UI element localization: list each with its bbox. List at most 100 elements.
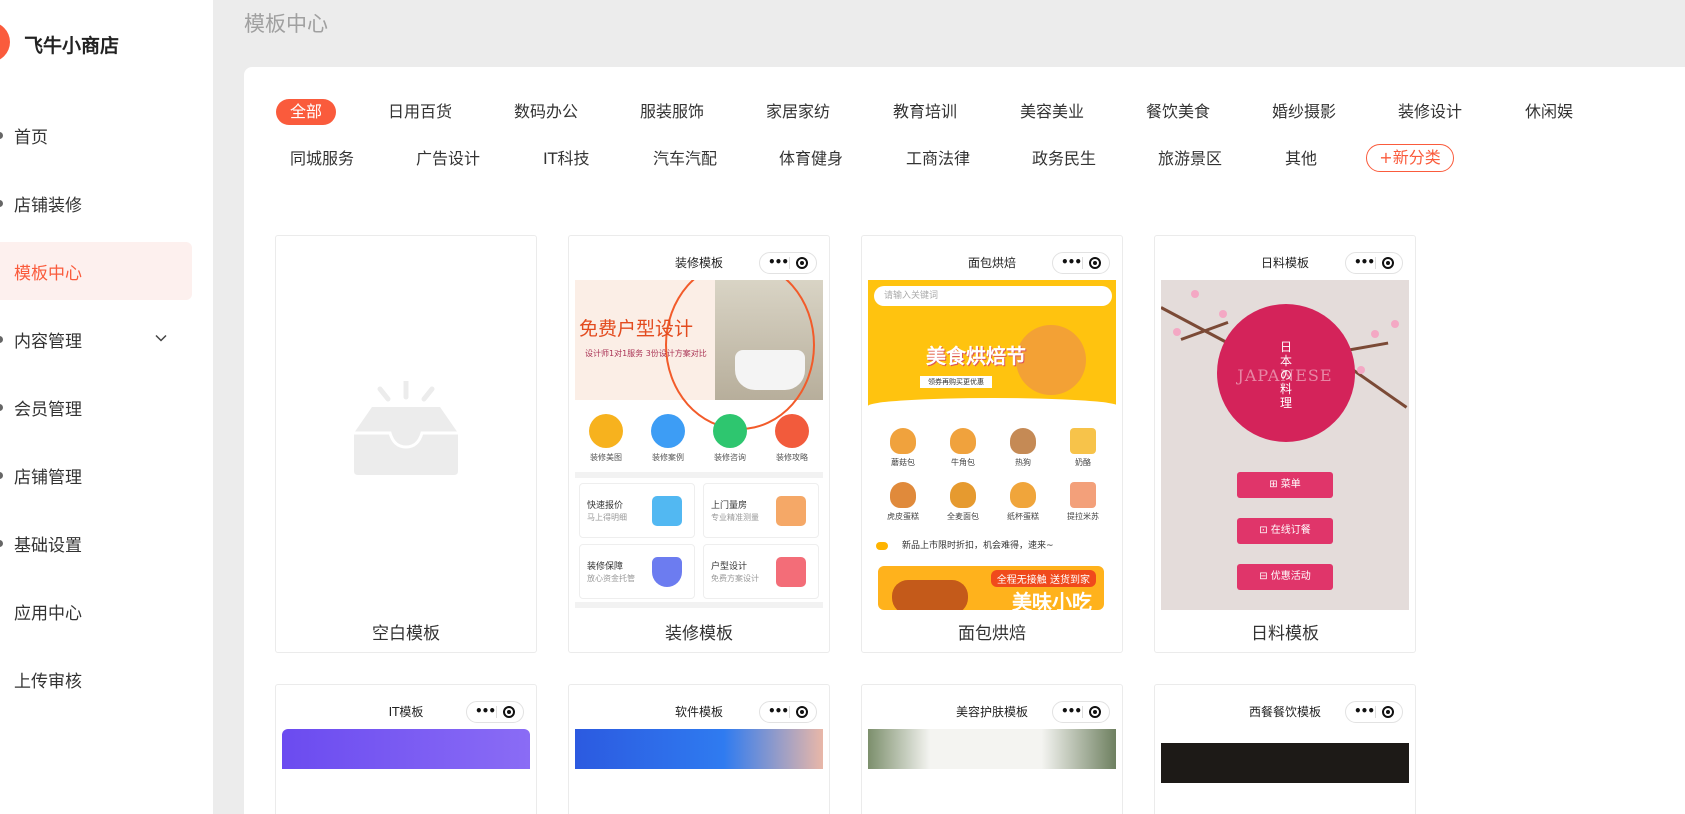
tiramisu-icon (1070, 482, 1096, 508)
category-tab[interactable]: 休闲娱 (1525, 99, 1573, 125)
category-all[interactable]: 全部 (276, 99, 336, 125)
mini-program-capsule: ••• (1052, 252, 1110, 274)
category-tab[interactable]: 体育健身 (779, 146, 843, 172)
notice-icon (876, 541, 888, 550)
mini-program-capsule: ••• (1345, 252, 1403, 274)
food-label: 热狗 (1015, 458, 1031, 467)
bread-image (1016, 325, 1086, 395)
food-label: 虎皮蛋糕 (887, 512, 919, 521)
bullet-icon (0, 335, 3, 343)
sidebar-item-basic-settings[interactable]: 基础设置 (0, 514, 192, 572)
service-title: 上门量房 (711, 501, 748, 511)
category-tab[interactable]: 数码办公 (514, 99, 578, 125)
template-card-it[interactable]: IT模板 ••• (275, 684, 537, 814)
category-tab[interactable]: 政务民生 (1032, 146, 1096, 172)
category-tab[interactable]: 同城服务 (290, 146, 354, 172)
template-card-beauty[interactable]: 美容护肤模板 ••• (861, 684, 1123, 814)
vertical-title: 日本の料理 (1279, 340, 1292, 410)
shield-icon (652, 557, 682, 587)
banner-subtext: 设计师1对1服务 3份设计方案对比 (585, 349, 707, 358)
service-subtitle: 放心资金托管 (587, 574, 635, 583)
template-card-bakery[interactable]: 面包烘焙 ••• 请输入关键词 美食烘焙节 领券再购买更优惠 蘑菇包 牛角包 热… (861, 235, 1123, 653)
category-tab[interactable]: 其他 (1285, 146, 1317, 172)
target-icon (1382, 706, 1394, 718)
case-icon (651, 414, 685, 448)
cheese-icon (1070, 428, 1096, 454)
chevron-down-icon[interactable] (155, 332, 167, 344)
service-subtitle: 专业精准测量 (711, 513, 759, 522)
icon-label: 装修攻略 (776, 453, 808, 462)
target-icon (796, 257, 808, 269)
sidebar-item-template-center[interactable]: 模板中心 (0, 242, 192, 300)
page-title: 模板中心 (244, 12, 328, 36)
sidebar-item-label: 基础设置 (14, 535, 82, 556)
template-preview: JAPANESE 日本の料理 ⊞ 菜单 ⊡ 在线订餐 ⊟ 优惠活动 (1161, 280, 1409, 610)
target-icon (1089, 257, 1101, 269)
sidebar-item-member-management[interactable]: 会员管理 (0, 378, 192, 436)
phone-nav-bar: 美容护肤模板 ••• (868, 693, 1116, 729)
sidebar-item-label: 会员管理 (14, 399, 82, 420)
phone-nav-bar: 西餐餐饮模板 ••• (1161, 693, 1409, 729)
inbox-icon (354, 381, 458, 475)
category-tab[interactable]: 服装服饰 (640, 99, 704, 125)
consult-icon (713, 414, 747, 448)
mini-program-capsule: ••• (759, 252, 817, 274)
category-tab[interactable]: 广告设计 (416, 146, 480, 172)
menu-button: ⊞ 菜单 (1237, 472, 1333, 498)
category-tab[interactable]: 婚纱摄影 (1272, 99, 1336, 125)
sidebar-item-label: 上传审核 (14, 671, 82, 692)
banner-headline: 美食烘焙节 (926, 344, 1026, 368)
category-tab[interactable]: IT科技 (543, 146, 590, 172)
bullet-icon (0, 471, 3, 479)
sidebar-item-label: 应用中心 (14, 603, 82, 624)
cupcake-icon (1010, 482, 1036, 508)
order-online-button: ⊡ 在线订餐 (1237, 518, 1333, 544)
sidebar-item-label: 内容管理 (14, 331, 82, 352)
more-dots-icon: ••• (1061, 255, 1082, 269)
sidebar-item-label: 店铺管理 (14, 467, 82, 488)
mini-program-capsule: ••• (466, 701, 524, 723)
order-icon: ⊡ (1259, 525, 1271, 536)
template-caption: 空白模板 (372, 624, 440, 644)
sidebar-item-store-management[interactable]: 店铺管理 (0, 446, 192, 504)
bullet-icon (0, 131, 3, 139)
more-dots-icon: ••• (475, 704, 496, 718)
sidebar-item-store-decoration[interactable]: 店铺装修 (0, 174, 192, 232)
template-card-western-food[interactable]: 西餐餐饮模板 ••• (1154, 684, 1416, 814)
swiss-roll-icon (890, 482, 916, 508)
category-tab[interactable]: 汽车汽配 (653, 146, 717, 172)
bullet-icon (0, 539, 3, 547)
promo-headline: 美味小吃 (1012, 590, 1092, 610)
category-tab[interactable]: 日用百货 (388, 99, 452, 125)
search-input: 请输入关键词 (874, 286, 1112, 306)
template-preview (868, 729, 1116, 769)
category-tab[interactable]: 家居家纺 (766, 99, 830, 125)
ruler-icon (776, 496, 806, 526)
food-label: 提拉米苏 (1067, 512, 1099, 521)
category-tab[interactable]: 工商法律 (906, 146, 970, 172)
sidebar-item-home[interactable]: 首页 (0, 106, 192, 164)
icon-label: 装修案例 (652, 453, 684, 462)
promo-banner: 全程无接触 送货到家 美味小吃 (878, 566, 1104, 610)
template-caption: 装修模板 (665, 624, 733, 644)
sidebar-item-upload-review[interactable]: 上传审核 (0, 650, 192, 708)
template-card-decoration[interactable]: 装修模板 ••• 免费户型设计 设计师1对1服务 3份设计方案对比 装修美图 装… (568, 235, 830, 653)
template-card-blank[interactable]: 空白模板 (275, 235, 537, 653)
category-tab[interactable]: 餐饮美食 (1146, 99, 1210, 125)
image-icon (776, 557, 806, 587)
category-tab[interactable]: 旅游景区 (1158, 146, 1222, 172)
template-panel: 全部 日用百货 数码办公 服装服饰 家居家纺 教育培训 美容美业 餐饮美食 婚纱… (244, 67, 1685, 814)
sidebar-item-label: 首页 (14, 127, 48, 148)
sidebar-item-app-center[interactable]: 应用中心 (0, 582, 192, 640)
add-category-button[interactable]: +新分类 (1366, 144, 1454, 172)
hotdog-icon (1010, 428, 1036, 454)
bakery-banner: 请输入关键词 美食烘焙节 领券再购买更优惠 (868, 280, 1116, 414)
category-tab[interactable]: 美容美业 (1020, 99, 1084, 125)
category-tab[interactable]: 教育培训 (893, 99, 957, 125)
service-title: 快速报价 (587, 501, 624, 511)
category-tab[interactable]: 装修设计 (1398, 99, 1462, 125)
template-card-software[interactable]: 软件模板 ••• (568, 684, 830, 814)
sidebar-item-content-management[interactable]: 内容管理 (0, 310, 192, 368)
promo-tag: 全程无接触 送货到家 (990, 570, 1096, 587)
template-card-japanese[interactable]: 日料模板 ••• JAPANESE 日本の料理 ⊞ 菜单 ⊡ 在线订餐 ⊟ 优惠… (1154, 235, 1416, 653)
